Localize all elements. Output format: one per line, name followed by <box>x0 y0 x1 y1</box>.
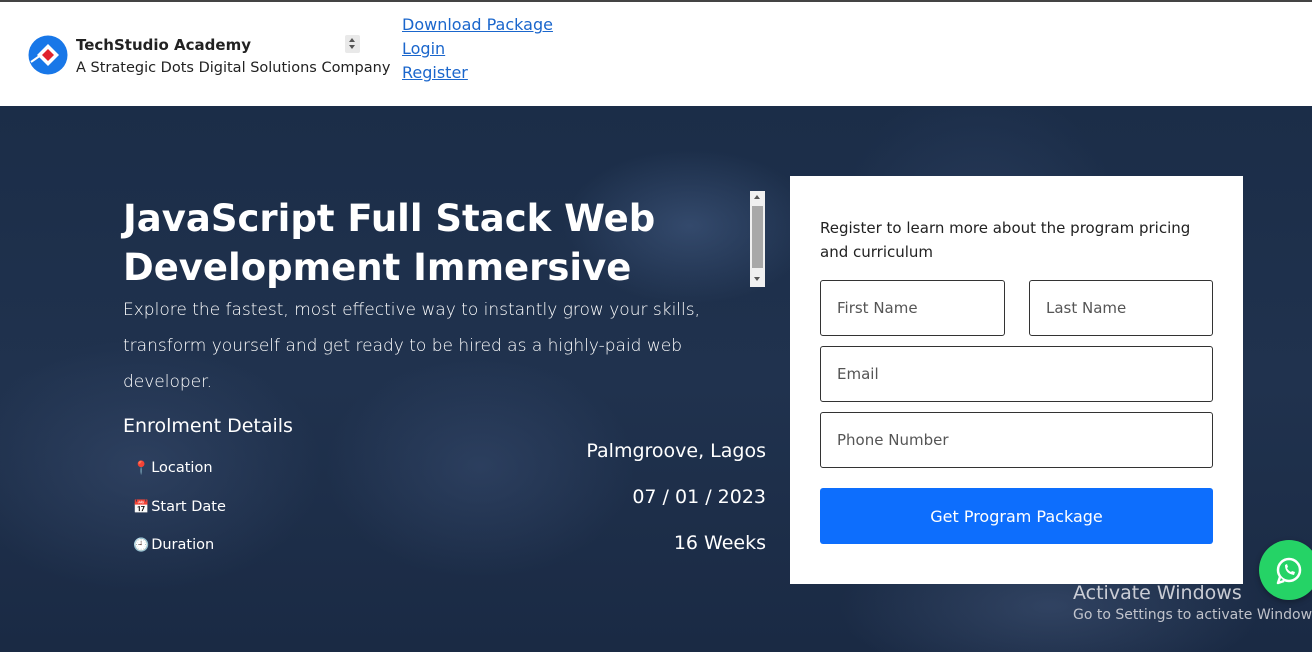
first-name-field[interactable] <box>820 280 1005 336</box>
activate-windows-subtitle: Go to Settings to activate Windows. <box>1073 607 1312 623</box>
scroll-thumb[interactable] <box>752 206 763 268</box>
last-name-field[interactable] <box>1029 280 1213 336</box>
location-label: 📍 Location <box>133 460 213 476</box>
enrolment-heading: Enrolment Details <box>123 415 293 437</box>
hero-scrollbar[interactable] <box>750 191 765 287</box>
download-package-link[interactable]: Download Package <box>402 13 553 37</box>
registration-form: Register to learn more about the program… <box>790 176 1243 584</box>
register-link[interactable]: Register <box>402 61 553 85</box>
scroll-up-icon[interactable] <box>754 195 760 199</box>
course-title: JavaScript Full Stack Web Development Im… <box>123 197 656 289</box>
scroll-down-icon[interactable] <box>754 277 760 281</box>
clock-icon: 🕘 <box>133 538 150 553</box>
brand-subtitle: A Strategic Dots Digital Solutions Compa… <box>76 60 391 76</box>
whatsapp-button[interactable] <box>1259 540 1312 600</box>
brand-title: TechStudio Academy <box>76 36 251 54</box>
form-intro: Register to learn more about the program… <box>820 219 1191 261</box>
whatsapp-icon <box>1276 557 1302 585</box>
duration-value: 16 Weeks <box>673 532 766 554</box>
techstudio-logo-icon[interactable] <box>28 35 68 75</box>
header-nav: Download Package Login Register <box>402 13 553 85</box>
select-spinner[interactable] <box>345 35 360 53</box>
site-header: TechStudio Academy A Strategic Dots Digi… <box>0 0 1312 106</box>
phone-number-field[interactable] <box>820 412 1213 468</box>
activate-windows-title: Activate Windows <box>1073 582 1242 604</box>
login-link[interactable]: Login <box>402 37 553 61</box>
get-program-package-button[interactable]: Get Program Package <box>820 488 1213 544</box>
calendar-icon: 📅 <box>133 500 150 515</box>
start-date-value: 07 / 01 / 2023 <box>632 486 766 508</box>
location-value: Palmgroove, Lagos <box>586 440 766 462</box>
course-description: Explore the fastest, most effective way … <box>123 300 700 392</box>
start-date-label: 📅 Start Date <box>133 499 226 515</box>
pin-icon: 📍 <box>133 461 150 476</box>
duration-label: 🕘 Duration <box>133 537 215 553</box>
email-field[interactable] <box>820 346 1213 402</box>
